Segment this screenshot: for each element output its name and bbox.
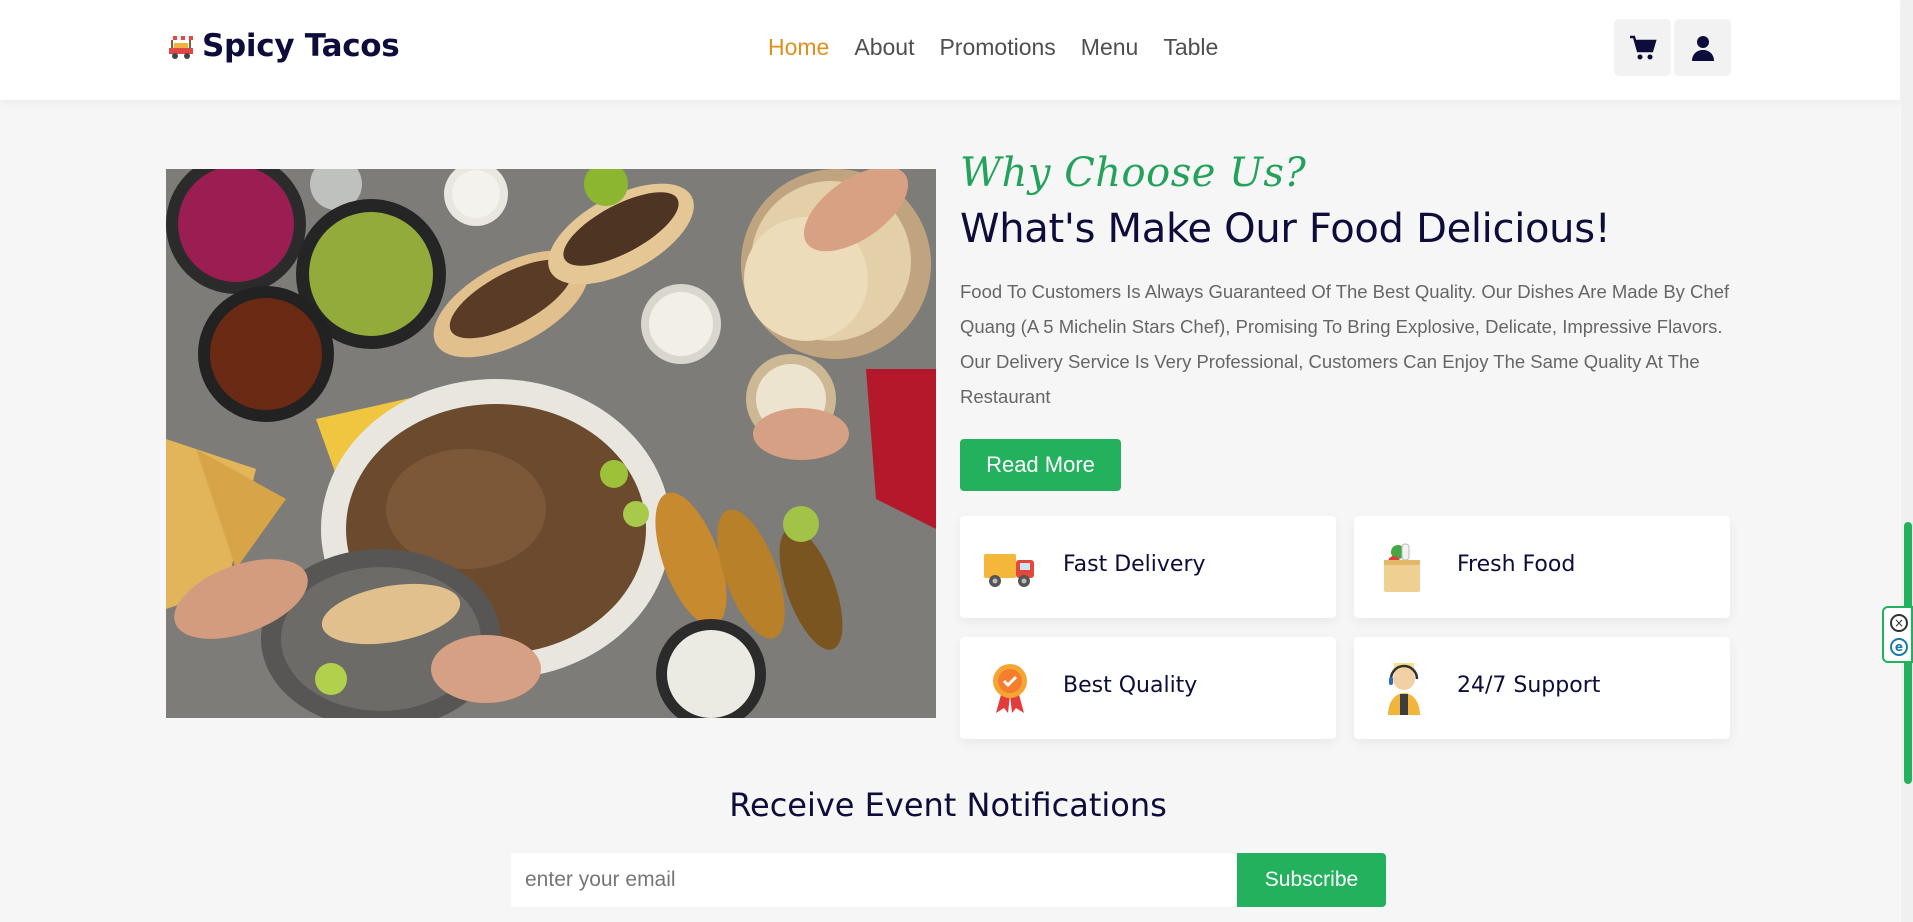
- food-spread-illustration: [166, 169, 936, 718]
- nav-menu[interactable]: Menu: [1081, 34, 1139, 61]
- newsletter-title: Receive Event Notifications: [729, 786, 1167, 824]
- nav-table[interactable]: Table: [1163, 34, 1218, 61]
- side-widget[interactable]: × e: [1882, 606, 1913, 663]
- nav-promotions[interactable]: Promotions: [939, 34, 1055, 61]
- feature-label: Best Quality: [1063, 673, 1198, 698]
- email-input[interactable]: [511, 853, 1237, 907]
- nav-about[interactable]: About: [854, 34, 914, 61]
- feature-best-quality[interactable]: Best Quality: [960, 637, 1336, 739]
- close-icon[interactable]: ×: [1890, 614, 1908, 632]
- section-subtitle: Why Choose Us?: [960, 150, 1307, 196]
- food-cart-icon: [169, 36, 193, 59]
- feature-label: 24/7 Support: [1457, 673, 1601, 698]
- brand-name: Spicy Tacos: [202, 28, 400, 64]
- grocery-bag-icon: [1384, 543, 1420, 592]
- feature-fast-delivery[interactable]: Fast Delivery: [960, 516, 1336, 618]
- section-description: Food To Customers Is Always Guaranteed O…: [960, 281, 1730, 407]
- support-agent-icon: [1388, 663, 1420, 715]
- subscribe-button[interactable]: Subscribe: [1237, 853, 1386, 907]
- user-icon: [1691, 35, 1714, 61]
- read-more-button[interactable]: Read More: [960, 439, 1121, 491]
- quality-badge-icon: [993, 664, 1027, 713]
- nav-home[interactable]: Home: [768, 34, 829, 61]
- section-title: What's Make Our Food Delicious!: [960, 206, 1611, 252]
- cart-icon: [1629, 35, 1657, 59]
- feature-fresh-food[interactable]: Fresh Food: [1354, 516, 1730, 618]
- brand-logo[interactable]: Spicy Tacos: [166, 28, 400, 64]
- site-header: Spicy Tacos Home About Promotions Menu T…: [0, 0, 1900, 100]
- hero-food-image: [166, 169, 936, 718]
- cart-button[interactable]: [1614, 19, 1671, 76]
- feature-label: Fresh Food: [1457, 552, 1576, 577]
- extension-icon[interactable]: e: [1890, 638, 1908, 656]
- delivery-truck-icon: [984, 554, 1034, 587]
- account-button[interactable]: [1674, 19, 1731, 76]
- main-nav: Home About Promotions Menu Table: [768, 34, 1218, 61]
- feature-label: Fast Delivery: [1063, 552, 1206, 577]
- feature-support[interactable]: 24/7 Support: [1354, 637, 1730, 739]
